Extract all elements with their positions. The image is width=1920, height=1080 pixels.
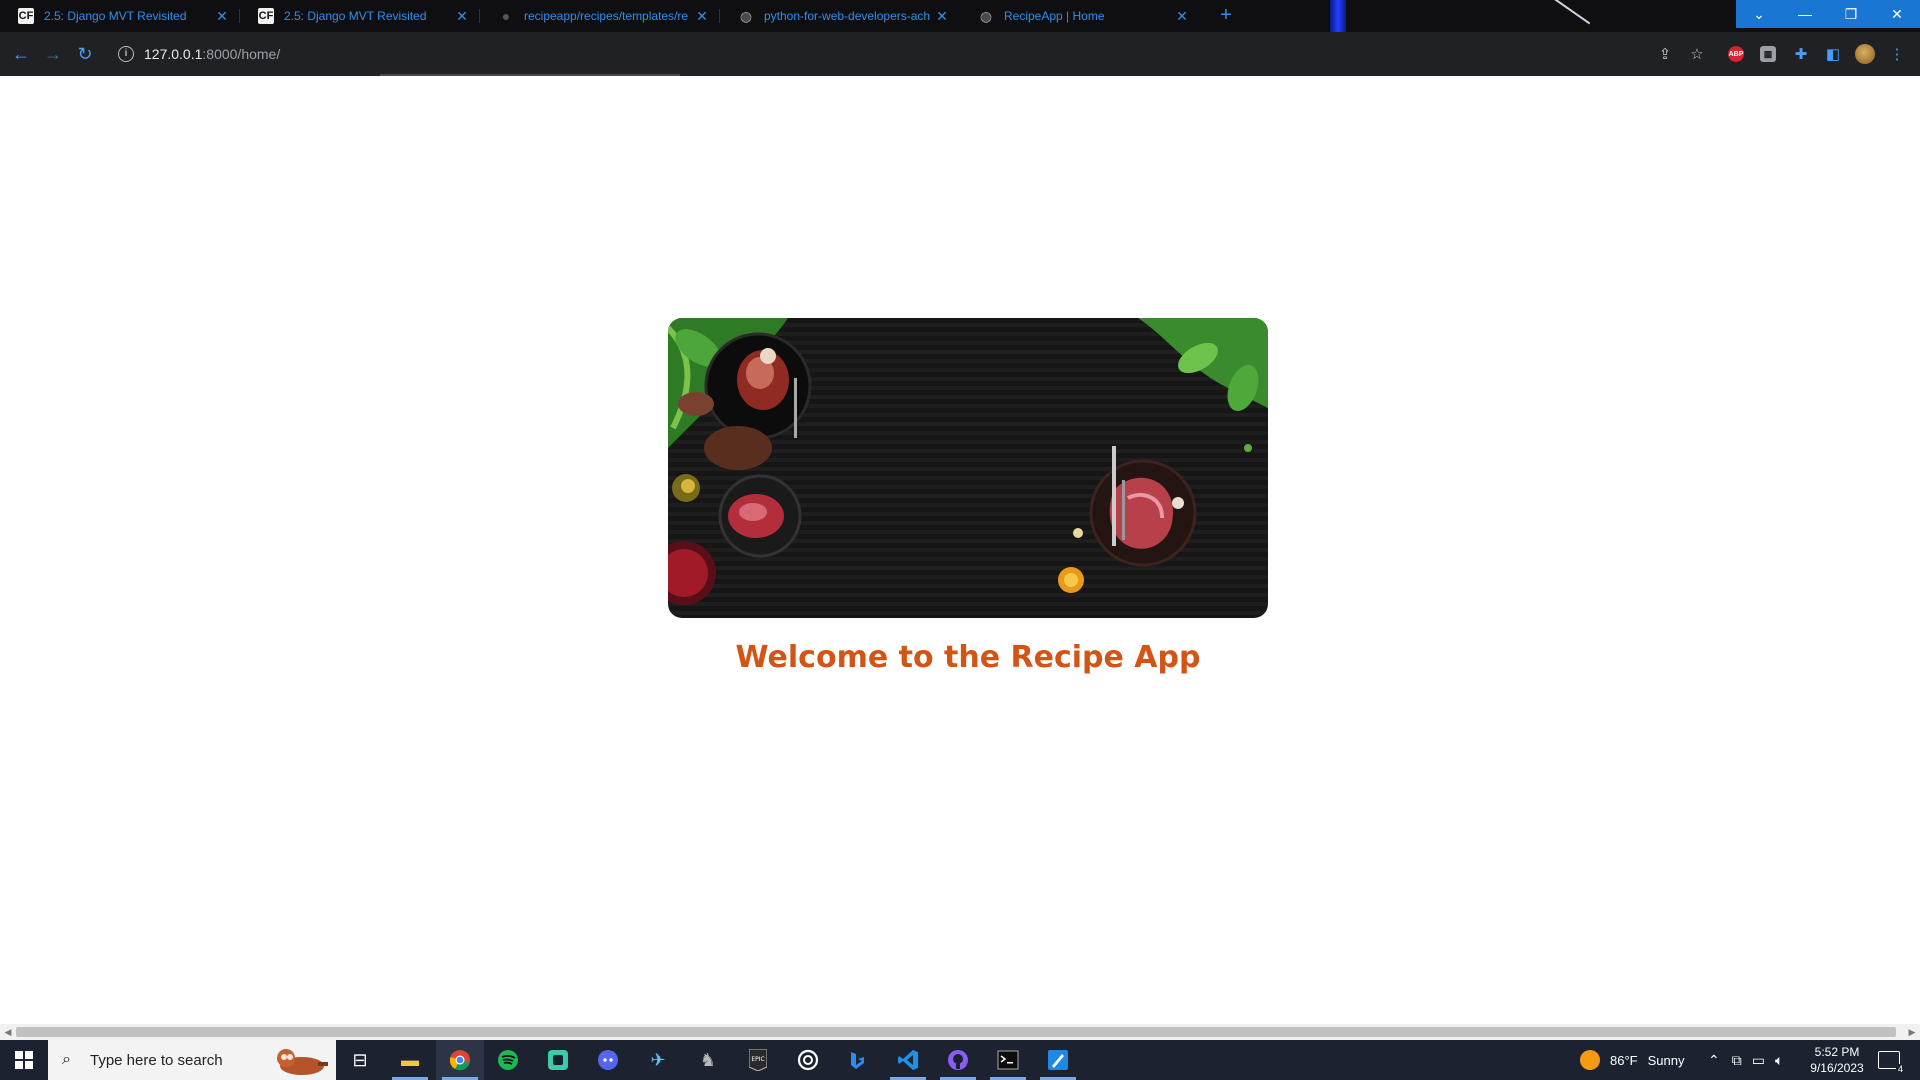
svg-text:EPIC: EPIC: [751, 1056, 764, 1063]
windows-logo-icon: [15, 1051, 33, 1069]
windows-taskbar: ⌕ Type here to search ⊟ ▬ ✈ ♞ EPIC 86°F …: [0, 1040, 1920, 1080]
adblock-plus-icon[interactable]: ABP: [1728, 46, 1744, 62]
scroll-left-arrow-icon[interactable]: ◀: [1, 1026, 15, 1038]
welcome-heading: Welcome to the Recipe App: [735, 640, 1201, 675]
tab-title: RecipeApp | Home: [1004, 9, 1105, 23]
tab-search-button[interactable]: ⌄: [1736, 0, 1782, 28]
tab-title: 2.5: Django MVT Revisited: [44, 9, 187, 23]
cf-logo-icon: CF: [18, 8, 34, 24]
globe-icon: ◍: [979, 7, 993, 24]
ubisoft-icon[interactable]: [784, 1040, 832, 1080]
close-icon[interactable]: ✕: [934, 8, 950, 24]
taskbar-search[interactable]: ⌕ Type here to search: [48, 1040, 336, 1080]
steam-icon[interactable]: ✈: [634, 1040, 682, 1080]
gitkraken-icon[interactable]: [534, 1040, 582, 1080]
restore-button[interactable]: ❐: [1828, 0, 1874, 28]
bing-icon[interactable]: [834, 1040, 882, 1080]
paint-icon[interactable]: [1034, 1040, 1082, 1080]
chrome-icon[interactable]: [436, 1040, 484, 1080]
terminal-icon[interactable]: [984, 1040, 1032, 1080]
minimize-button[interactable]: —: [1782, 0, 1828, 28]
discord-icon[interactable]: [584, 1040, 632, 1080]
close-icon[interactable]: ✕: [454, 8, 470, 24]
tab-4[interactable]: ◍ python-for-web-developers-ach ✕: [720, 0, 960, 32]
tab-title: 2.5: Django MVT Revisited: [284, 9, 427, 23]
notification-icon: 4: [1878, 1051, 1905, 1074]
notification-count: 4: [1895, 1064, 1905, 1074]
search-placeholder: Type here to search: [90, 1051, 223, 1069]
red-panda-illustration: [277, 1049, 328, 1075]
tab-title: python-for-web-developers-ach: [764, 9, 931, 23]
notifications-button[interactable]: 4: [1878, 1040, 1905, 1080]
reload-icon[interactable]: ↻: [73, 42, 97, 66]
game-icon[interactable]: ♞: [684, 1040, 732, 1080]
page-viewport: Welcome to the Recipe App: [0, 76, 1920, 1024]
close-icon[interactable]: ✕: [1174, 8, 1190, 24]
network-icon[interactable]: ▭: [1752, 1052, 1765, 1069]
tab-1[interactable]: CF 2.5: Django MVT Revisited ✕: [0, 0, 240, 32]
github-desktop-icon[interactable]: [934, 1040, 982, 1080]
browser-toolbar: ← → ↻ i 127.0.0.1:8000/home/ ⇪ ☆ ABP ▦ ✚…: [0, 32, 1920, 76]
volume-icon[interactable]: 🔈︎: [1775, 1052, 1783, 1069]
sun-icon: [1580, 1050, 1600, 1070]
epic-games-icon[interactable]: EPIC: [734, 1040, 782, 1080]
share-icon[interactable]: ⇪: [1655, 44, 1675, 64]
vscode-icon[interactable]: [884, 1040, 932, 1080]
clock-time: 5:52 PM: [1814, 1045, 1860, 1059]
menu-kebab-icon[interactable]: ⋮: [1887, 44, 1907, 64]
clock-date: 9/16/2023: [1810, 1061, 1864, 1075]
weather-text: Sunny: [1647, 1052, 1685, 1068]
chevron-up-icon[interactable]: ⌃: [1708, 1052, 1720, 1069]
task-view-icon[interactable]: ⊟: [336, 1040, 384, 1080]
scroll-right-arrow-icon[interactable]: ▶: [1905, 1026, 1919, 1038]
back-arrow-icon[interactable]: ←: [9, 42, 33, 66]
wallpaper-glow: [1330, 0, 1346, 32]
close-icon[interactable]: ✕: [694, 8, 710, 24]
profile-avatar[interactable]: [1855, 44, 1875, 64]
tab-title: recipeapp/recipes/templates/re: [524, 9, 689, 23]
system-tray: ⌃ ⧉ ▭ 🔈︎: [1708, 1040, 1783, 1080]
url-text[interactable]: 127.0.0.1:8000/home/: [144, 46, 280, 62]
close-window-button[interactable]: ✕: [1874, 0, 1920, 28]
scrollbar-thumb[interactable]: [16, 1027, 1896, 1037]
close-icon[interactable]: ✕: [214, 8, 230, 24]
spotify-icon[interactable]: [484, 1040, 532, 1080]
puzzle-icon[interactable]: ✚: [1791, 44, 1811, 64]
start-button[interactable]: [0, 1040, 48, 1080]
weather-widget[interactable]: 86°F Sunny: [1580, 1040, 1684, 1080]
tab-3[interactable]: ● recipeapp/recipes/templates/re ✕: [480, 0, 720, 32]
tab-2[interactable]: CF 2.5: Django MVT Revisited ✕: [240, 0, 480, 32]
new-tab-button[interactable]: +: [1214, 4, 1238, 28]
sidebar-icon[interactable]: ◧: [1823, 44, 1843, 64]
wallpaper-streak: [1540, 0, 1591, 25]
horizontal-scrollbar[interactable]: ◀ ▶: [0, 1024, 1920, 1040]
weather-temp: 86°F: [1610, 1052, 1638, 1068]
forward-arrow-icon[interactable]: →: [41, 42, 65, 66]
extension-square-icon[interactable]: ▦: [1760, 46, 1776, 62]
site-info-icon[interactable]: i: [118, 46, 134, 62]
globe-icon: ◍: [739, 7, 753, 24]
address-bar[interactable]: i 127.0.0.1:8000/home/: [110, 38, 1680, 70]
github-icon: ●: [501, 8, 511, 24]
tab-strip: CF 2.5: Django MVT Revisited ✕ CF 2.5: D…: [0, 0, 1920, 32]
hero-image: [668, 318, 1268, 618]
tab-5-active[interactable]: ◍ RecipeApp | Home ✕: [960, 0, 1200, 32]
bookmark-star-icon[interactable]: ☆: [1687, 44, 1707, 64]
food-banner-illustration: [668, 318, 1268, 605]
camera-icon[interactable]: ⧉: [1732, 1052, 1742, 1069]
cf-logo-icon: CF: [258, 8, 274, 24]
file-explorer-icon[interactable]: ▬: [386, 1040, 434, 1080]
search-icon: ⌕: [62, 1051, 71, 1068]
clock[interactable]: 5:52 PM 9/16/2023: [1800, 1044, 1874, 1076]
